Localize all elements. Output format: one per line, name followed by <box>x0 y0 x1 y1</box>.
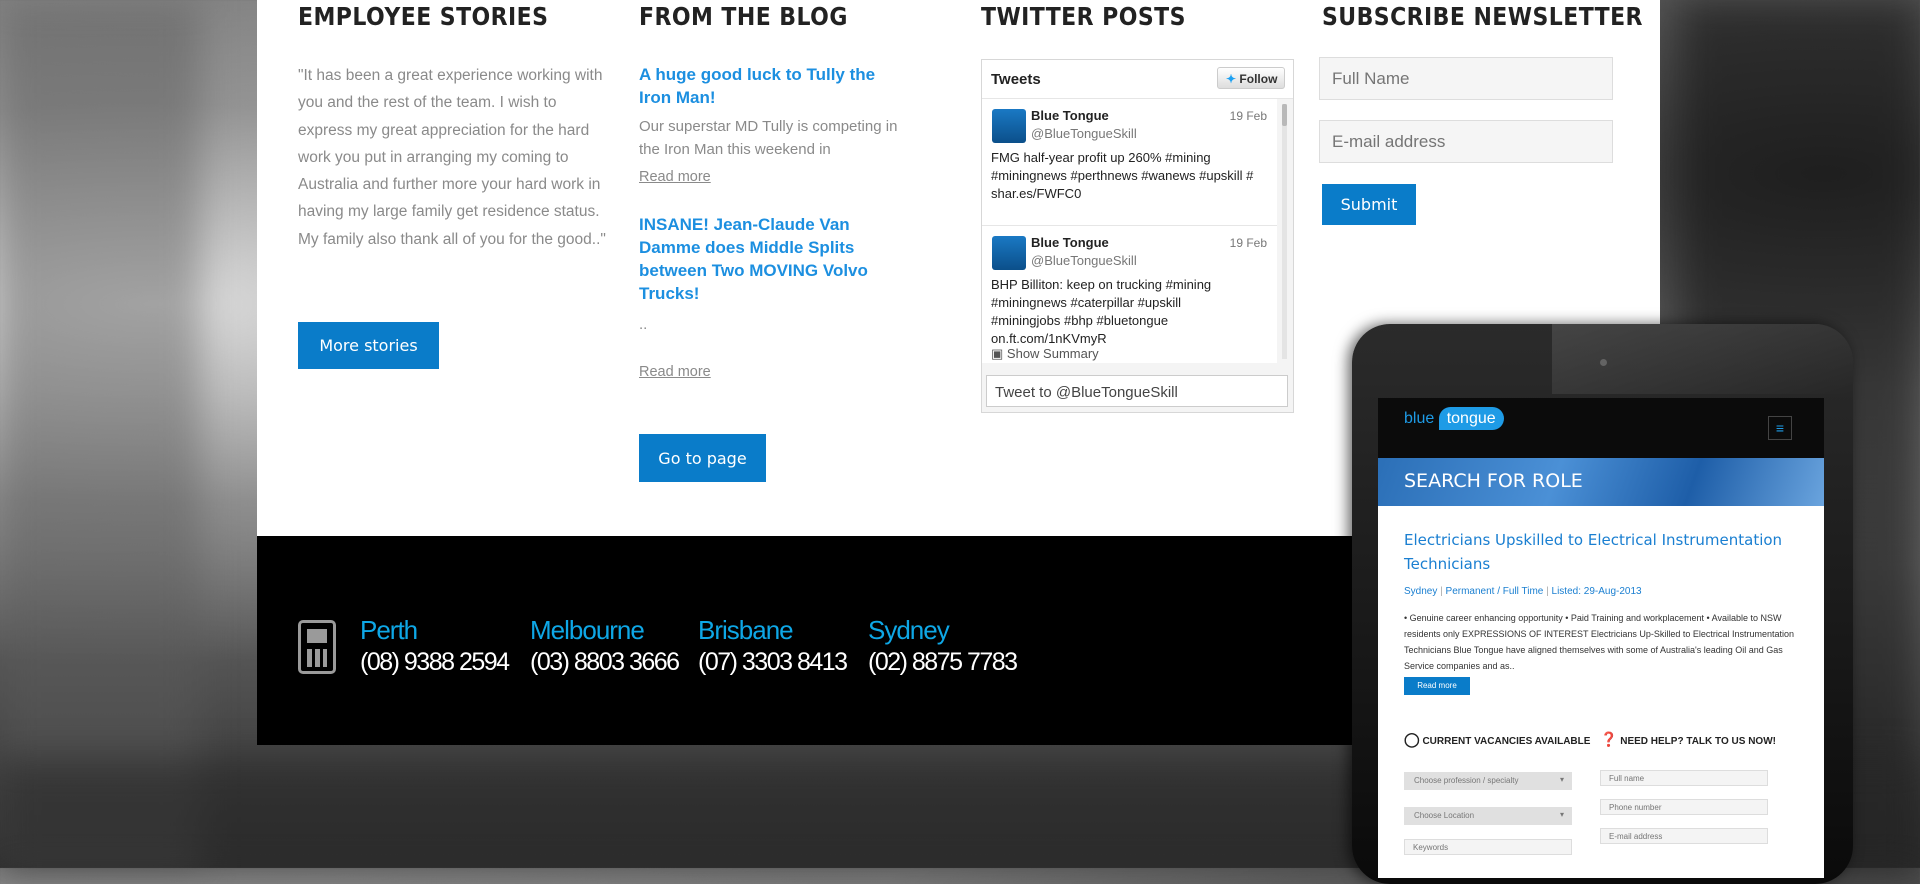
tweet-item[interactable]: Blue Tongue @BlueTongueSkill 19 Feb BHP … <box>982 226 1277 363</box>
office-city: Perth <box>360 615 418 645</box>
job-read-more-button[interactable]: Read more <box>1404 677 1470 695</box>
full-name-input[interactable] <box>1319 57 1613 100</box>
blue-tongue-logo: blue tongue <box>1404 407 1504 430</box>
location-select-value: Choose Location <box>1414 811 1475 820</box>
office-phone: (03) 8803 3666 <box>530 648 680 676</box>
twitter-widget: Tweets ✦ Follow Blue Tongue @BlueTongueS… <box>981 59 1294 413</box>
job-listed: Listed: 29-Aug-2013 <box>1551 586 1642 597</box>
office-phone: (08) 9388 2594 <box>360 648 510 676</box>
follow-label: Follow <box>1239 72 1278 86</box>
avatar <box>992 109 1026 143</box>
show-summary-link[interactable]: ▣ Show Summary <box>991 346 1099 362</box>
logo-text-tongue: tongue <box>1438 407 1504 430</box>
twitter-widget-header: Tweets ✦ Follow <box>982 60 1293 99</box>
help-icon: ❓ <box>1600 731 1618 747</box>
help-fullname-input[interactable] <box>1600 770 1768 786</box>
submit-button[interactable]: Submit <box>1322 184 1416 225</box>
job-meta: Sydney | Permanent / Full Time | Listed:… <box>1404 586 1642 597</box>
email-input[interactable] <box>1319 120 1613 163</box>
tweet-item[interactable]: Blue Tongue @BlueTongueSkill 19 Feb FMG … <box>982 99 1277 226</box>
show-summary-label: Show Summary <box>1006 346 1099 361</box>
tablet-header: blue tongue ≡ <box>1378 398 1824 458</box>
help-phone-input[interactable] <box>1600 799 1768 815</box>
globe-icon: ◯ <box>1404 731 1420 747</box>
office-city: Melbourne <box>530 615 645 645</box>
vacancies-heading: ◯ CURRENT VACANCIES AVAILABLE <box>1404 731 1590 748</box>
job-description: • Genuine career enhancing opportunity •… <box>1404 613 1794 671</box>
phone-icon <box>298 620 336 674</box>
avatar <box>992 236 1026 270</box>
blog-post-title[interactable]: A huge good luck to Tully the Iron Man! <box>639 63 909 109</box>
scrollbar-thumb[interactable] <box>1282 104 1287 126</box>
read-more-link[interactable]: Read more <box>639 169 711 185</box>
vacancies-title: CURRENT VACANCIES AVAILABLE <box>1422 736 1591 747</box>
job-type: Permanent / Full Time <box>1445 586 1544 597</box>
tweet-to-box[interactable]: Tweet to @BlueTongueSkill <box>986 375 1288 407</box>
help-title: NEED HELP? TALK TO US NOW! <box>1620 736 1776 747</box>
tweet-text: FMG half-year profit up 260% #mining #mi… <box>991 150 1254 201</box>
tweet-handle: @BlueTongueSkill <box>1031 253 1137 268</box>
keywords-input[interactable] <box>1404 839 1572 855</box>
blog-post-title[interactable]: INSANE! Jean-Claude Van Damme does Middl… <box>639 213 904 305</box>
blog-post-excerpt: .. <box>639 316 648 333</box>
office-city: Brisbane <box>698 615 794 645</box>
summary-icon: ▣ <box>991 346 1004 361</box>
job-location: Sydney <box>1404 586 1438 597</box>
tweet-date: 19 Feb <box>1229 236 1267 250</box>
read-more-link[interactable]: Read more <box>639 364 711 380</box>
office-city: Sydney <box>868 615 950 645</box>
tweet-date: 19 Feb <box>1229 109 1267 123</box>
office-phone: (02) 8875 7783 <box>868 648 1018 676</box>
follow-button[interactable]: ✦ Follow <box>1217 67 1285 89</box>
help-email-input[interactable] <box>1600 828 1768 844</box>
tweet-text: BHP Billiton: keep on trucking #mining #… <box>991 277 1212 346</box>
help-heading: ❓ NEED HELP? TALK TO US NOW! <box>1600 731 1776 748</box>
location-select[interactable]: Choose Location ▾ <box>1404 807 1572 825</box>
employee-stories-title: EMPLOYEE STORIES <box>298 2 549 31</box>
newsletter-title: SUBSCRIBE NEWSLETTER <box>1322 2 1643 31</box>
tablet-mockup: blue tongue ≡ SEARCH FOR ROLE Electricia… <box>1352 324 1853 884</box>
twitter-bird-icon: ✦ <box>1226 72 1237 86</box>
tablet-reflection <box>1552 324 1853 394</box>
job-title[interactable]: Electricians Upskilled to Electrical Ins… <box>1404 528 1804 576</box>
blog-title: FROM THE BLOG <box>639 2 848 31</box>
chevron-down-icon: ▾ <box>1559 775 1564 784</box>
tablet-screen: blue tongue ≡ SEARCH FOR ROLE Electricia… <box>1378 398 1824 878</box>
background-building-left <box>0 0 200 868</box>
chevron-down-icon: ▾ <box>1559 810 1564 819</box>
menu-icon[interactable]: ≡ <box>1768 416 1792 440</box>
logo-text-blue: blue <box>1404 410 1435 427</box>
twitter-title: TWITTER POSTS <box>981 2 1186 31</box>
tweets-heading: Tweets <box>991 71 1041 88</box>
tweet-handle: @BlueTongueSkill <box>1031 126 1137 141</box>
more-stories-button[interactable]: More stories <box>298 322 439 369</box>
go-to-page-button[interactable]: Go to page <box>639 434 766 482</box>
search-banner: SEARCH FOR ROLE <box>1378 458 1824 506</box>
tweet-scrollbar[interactable] <box>1282 104 1287 359</box>
profession-select-value: Choose profession / specialty <box>1414 776 1519 785</box>
blog-post-excerpt: Our superstar MD Tully is competing in t… <box>639 118 898 158</box>
tweet-author: Blue Tongue <box>1031 108 1109 123</box>
search-for-role-title: SEARCH FOR ROLE <box>1404 470 1583 492</box>
office-phone: (07) 3303 8413 <box>698 648 848 676</box>
tweet-author: Blue Tongue <box>1031 235 1109 250</box>
employee-quote: "It has been a great experience working … <box>298 67 606 248</box>
profession-select[interactable]: Choose profession / specialty ▾ <box>1404 772 1572 790</box>
